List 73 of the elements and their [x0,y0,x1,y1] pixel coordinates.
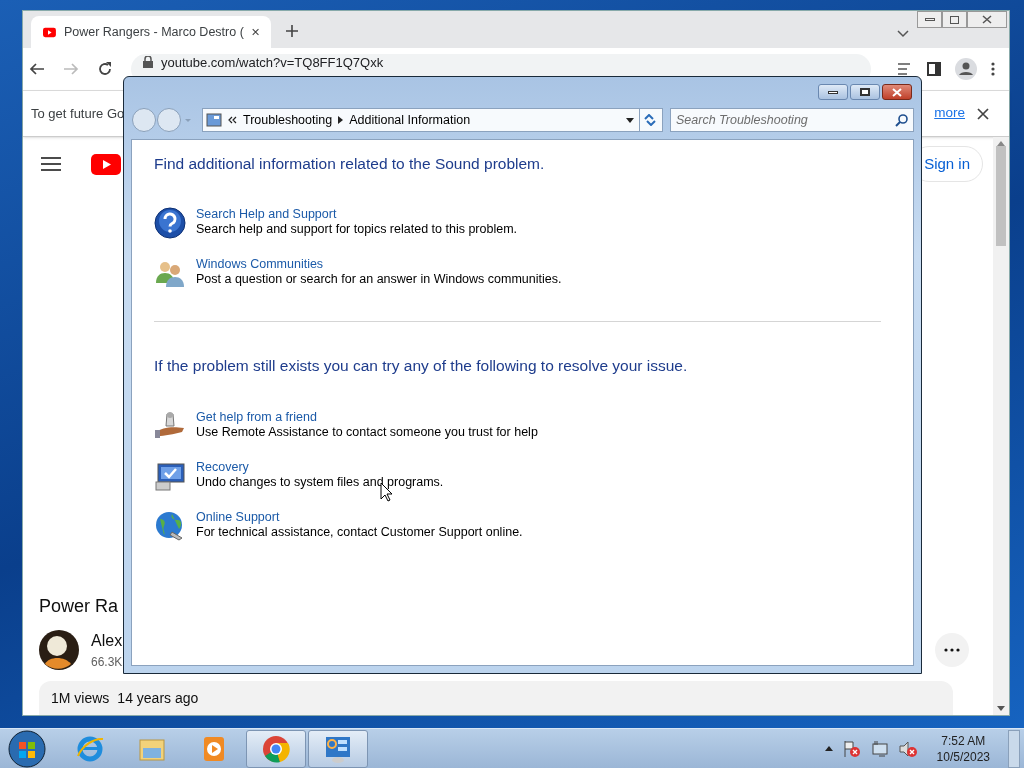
search-field[interactable]: Search Troubleshooting [670,108,914,132]
more-button[interactable] [935,633,969,667]
task-description: Search help and support for topics related to this problem. [196,222,517,238]
caret-down-icon[interactable] [626,117,634,123]
close-icon[interactable] [251,27,259,37]
task-description: Undo changes to system files and programs. [196,474,444,490]
refresh-button[interactable] [640,108,663,132]
scroll-down-icon[interactable] [997,706,1005,711]
new-tab-icon[interactable] [285,24,299,38]
scrollbar-thumb[interactable] [996,146,1006,246]
network-icon[interactable] [870,739,889,758]
channel-name[interactable]: Alex [91,629,123,653]
address-bar[interactable]: Troubleshooting Additional Information [202,108,640,132]
task-description: Post a question or search for an answer in Windows communities. [196,272,562,288]
task-link[interactable]: Search Help and Support [196,207,517,223]
play-logo-icon[interactable] [91,153,121,175]
profile-icon[interactable] [955,58,977,80]
clock[interactable]: 7:52 AM 10/5/2023 [936,732,990,765]
control-panel-icon [206,113,222,127]
learn-more-link[interactable]: more [934,103,965,124]
minimize-button[interactable] [818,84,848,100]
upload-age: 14 years ago [117,688,199,708]
back-icon[interactable] [29,61,45,77]
tab-title: Power Rangers - Marco Destro ( [63,23,244,41]
start-button[interactable] [8,729,46,768]
view-count: 1M views [51,688,110,708]
search-icon[interactable] [895,113,908,127]
browser-tab[interactable]: Power Rangers - Marco Destro ( [31,16,271,48]
close-icon[interactable] [977,107,989,120]
close-button[interactable] [882,84,912,100]
caret-right-icon[interactable] [338,116,344,124]
side-panel-icon[interactable] [927,62,941,76]
show-hidden-icons-icon[interactable] [824,746,833,751]
maximize-button[interactable] [850,84,880,100]
refresh-arrows-icon [644,114,658,126]
more-vertical-icon[interactable] [991,62,995,76]
speaker-muted-icon[interactable] [898,739,917,758]
breadcrumb-item[interactable]: Additional Information [349,110,471,130]
task-link[interactable]: Windows Communities [196,257,562,273]
task-link[interactable]: Get help from a friend [196,409,538,425]
breadcrumb-item[interactable]: Troubleshooting [243,110,333,130]
close-icon [982,15,992,24]
more-icon [944,648,960,652]
video-title: Power Ra [39,595,120,618]
minimize-button[interactable] [917,11,942,28]
question-icon [154,207,186,240]
task-description: For technical assistance, contact Customer Support online. [196,524,523,540]
reload-icon[interactable] [97,61,113,77]
subscriber-count: 66.3K [91,654,123,671]
flag-error-icon[interactable] [842,739,861,758]
section-heading: Find additional information related to the Sound problem. [154,154,546,174]
close-icon [892,87,902,97]
menu-icon[interactable] [41,156,61,172]
media-list-icon[interactable] [897,62,913,76]
task-description: Use Remote Assistance to contact someone you trust for help [196,424,538,440]
taskbar-app[interactable] [246,729,306,768]
url-text: youtube.com/watch?v=TQ8FF1Q7Qxk [161,56,384,70]
task-link[interactable]: Recovery [196,459,444,475]
scrollbar[interactable] [993,137,1009,715]
lock-icon [143,56,153,68]
close-button[interactable] [967,11,1007,28]
time-text: 7:52 AM [941,732,986,749]
date-text: 10/5/2023 [936,748,990,765]
chevron-down-icon[interactable] [897,30,909,38]
double-chevron-icon[interactable] [228,116,237,124]
maximize-button[interactable] [942,11,967,28]
play-logo-icon [43,25,56,39]
search-placeholder: Search Troubleshooting [676,111,808,129]
avatar [39,630,79,670]
section-heading: If the problem still exists you can try any of the following to resolve your issue. [154,356,689,377]
task-link[interactable]: Online Support [196,509,523,525]
chrome-icon[interactable] [261,733,291,764]
taskbar-app[interactable] [308,729,368,768]
